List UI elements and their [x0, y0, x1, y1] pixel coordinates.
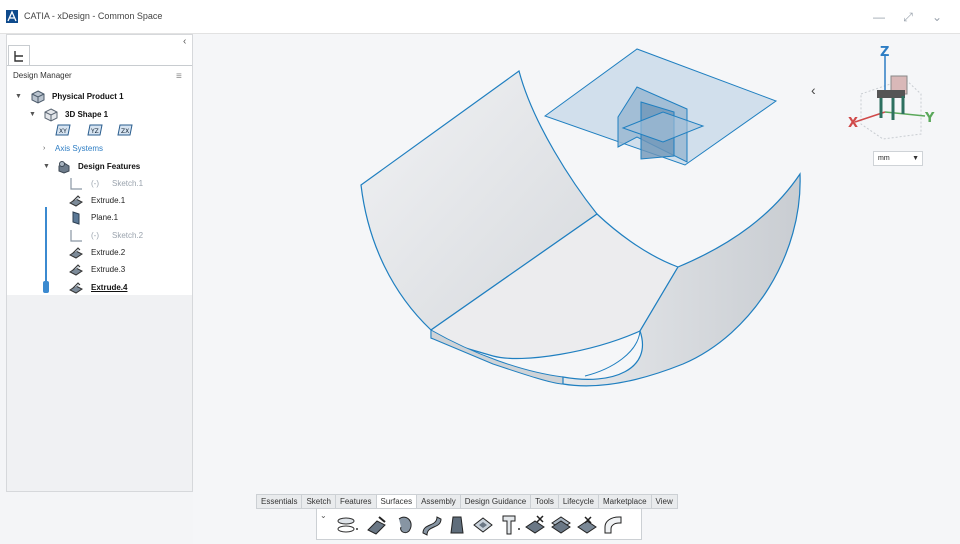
tab-view[interactable]: View	[652, 495, 677, 508]
node-label: Sketch.2	[112, 231, 144, 240]
svg-text:YZ: YZ	[90, 128, 99, 135]
extrude-icon	[69, 281, 83, 295]
expand-icon[interactable]: ▼	[29, 108, 36, 122]
tree-node-extrude3[interactable]: Extrude.3	[69, 263, 179, 277]
fill-surface-icon[interactable]	[445, 513, 469, 537]
design-manager-panel: ‹ Design Manager ≡ ▼ Physical Product 1 …	[6, 34, 193, 492]
timeline-bar	[45, 207, 47, 291]
expand-icon[interactable]: ›	[43, 142, 45, 156]
tree-node-sketch1[interactable]: (-) Sketch.1	[69, 177, 179, 191]
node-label: Extrude.3	[91, 265, 126, 274]
extrude-icon	[69, 194, 83, 208]
sweep-surface-icon[interactable]	[393, 513, 417, 537]
tab-design-guidance[interactable]: Design Guidance	[461, 495, 532, 508]
node-label: Plane.1	[91, 213, 119, 222]
plane-xy-icon[interactable]: XY	[55, 123, 73, 137]
node-label: 3D Shape 1	[65, 110, 109, 119]
plane-zx-icon[interactable]: ZX	[117, 123, 135, 137]
model-canvas[interactable]: Z X Y	[193, 34, 960, 544]
surfaces-toolbar: ⌄	[316, 509, 642, 540]
timeline-handle[interactable]	[43, 281, 49, 293]
node-label: Design Features	[78, 162, 141, 171]
extrude-surface-icon[interactable]	[335, 513, 359, 537]
units-select[interactable]: mm ▼	[873, 151, 923, 166]
extrude-icon	[69, 246, 83, 260]
tab-lifecycle[interactable]: Lifecycle	[559, 495, 599, 508]
expand-icon[interactable]: ▼	[15, 90, 22, 104]
compass-y-label: Y	[924, 111, 935, 126]
panel-title: Design Manager	[13, 71, 72, 80]
chevron-down-icon[interactable]: ⌄	[320, 511, 327, 520]
tab-features[interactable]: Features	[336, 495, 377, 508]
tab-marketplace[interactable]: Marketplace	[599, 495, 652, 508]
node-label: Extrude.1	[91, 196, 126, 205]
node-label: Sketch.1	[112, 179, 144, 188]
shape-icon	[44, 108, 58, 122]
loft-surface-icon[interactable]	[419, 513, 443, 537]
svg-text:XY: XY	[59, 128, 67, 135]
chevron-left-icon[interactable]: ‹	[811, 82, 816, 98]
svg-text:ZX: ZX	[121, 128, 129, 135]
tree-node-3d-shape[interactable]: ▼ 3D Shape 1	[29, 108, 179, 122]
tree-node-extrude4[interactable]: Extrude.4	[69, 281, 179, 295]
offset-surface-icon[interactable]	[471, 513, 495, 537]
collapse-panel-icon[interactable]: ‹	[183, 36, 186, 47]
tree-node-sketch2[interactable]: (-) Sketch.2	[69, 229, 179, 243]
tree-tab[interactable]	[8, 45, 30, 65]
trim-surface-icon[interactable]	[523, 513, 547, 537]
expand-icon[interactable]: ▼	[43, 160, 50, 174]
hidden-marker: (-)	[91, 179, 99, 188]
divider	[7, 65, 192, 66]
untrim-surface-icon[interactable]	[575, 513, 599, 537]
compass-z-label: Z	[880, 45, 889, 60]
sketch-icon	[69, 229, 83, 243]
catia-logo-icon[interactable]	[6, 10, 18, 23]
action-bar: Essentials Sketch Features Surfaces Asse…	[256, 494, 714, 544]
tree-node-extrude1[interactable]: Extrude.1	[69, 194, 179, 208]
node-label: Physical Product 1	[52, 92, 124, 101]
tree-node-axis-systems[interactable]: › Axis Systems	[43, 142, 163, 156]
plane-yz-icon[interactable]: YZ	[87, 123, 105, 137]
title-bar: CATIA - xDesign - Common Space — ⤢ ⌄	[0, 0, 960, 34]
tree-empty-area	[7, 295, 192, 491]
compass-x-label: X	[848, 116, 858, 131]
maximize-icon[interactable]: ⤢	[899, 8, 917, 26]
hidden-marker: (-)	[91, 231, 99, 240]
tree-node-design-features[interactable]: ▼ Design Features	[43, 160, 183, 174]
tab-assembly[interactable]: Assembly	[417, 495, 461, 508]
tree-node-physical-product[interactable]: ▼ Physical Product 1	[15, 90, 185, 104]
product-icon	[31, 90, 45, 104]
units-value: mm	[878, 155, 890, 162]
boundary-surface-icon[interactable]	[601, 513, 625, 537]
split-surface-icon[interactable]	[549, 513, 573, 537]
plane-icon	[69, 211, 83, 225]
tree-icon	[14, 51, 23, 62]
chevron-down-icon: ▼	[912, 155, 919, 162]
minimize-icon[interactable]: —	[870, 8, 888, 26]
node-label: Axis Systems	[55, 144, 104, 153]
3d-viewport[interactable]: Z X Y ‹ mm ▼	[193, 34, 960, 544]
tree-node-plane1[interactable]: Plane.1	[69, 211, 179, 225]
node-label: Extrude.4	[91, 283, 128, 292]
features-icon	[57, 160, 71, 174]
node-label: Extrude.2	[91, 248, 126, 257]
tab-tools[interactable]: Tools	[531, 495, 559, 508]
thicken-surface-icon[interactable]	[497, 513, 521, 537]
chevron-down-icon[interactable]: ⌄	[928, 8, 946, 26]
sketch-icon	[69, 177, 83, 191]
view-compass[interactable]: Z X Y	[848, 45, 935, 140]
tab-sketch[interactable]: Sketch	[302, 495, 336, 508]
action-bar-tabs: Essentials Sketch Features Surfaces Asse…	[256, 494, 678, 509]
menu-icon[interactable]: ≡	[176, 71, 182, 82]
tab-essentials[interactable]: Essentials	[257, 495, 303, 508]
extrude-icon	[69, 263, 83, 277]
tree-node-extrude2[interactable]: Extrude.2	[69, 246, 179, 260]
window-title: CATIA - xDesign - Common Space	[24, 11, 163, 21]
tab-surfaces[interactable]: Surfaces	[376, 495, 418, 508]
revolve-surface-icon[interactable]	[365, 513, 389, 537]
